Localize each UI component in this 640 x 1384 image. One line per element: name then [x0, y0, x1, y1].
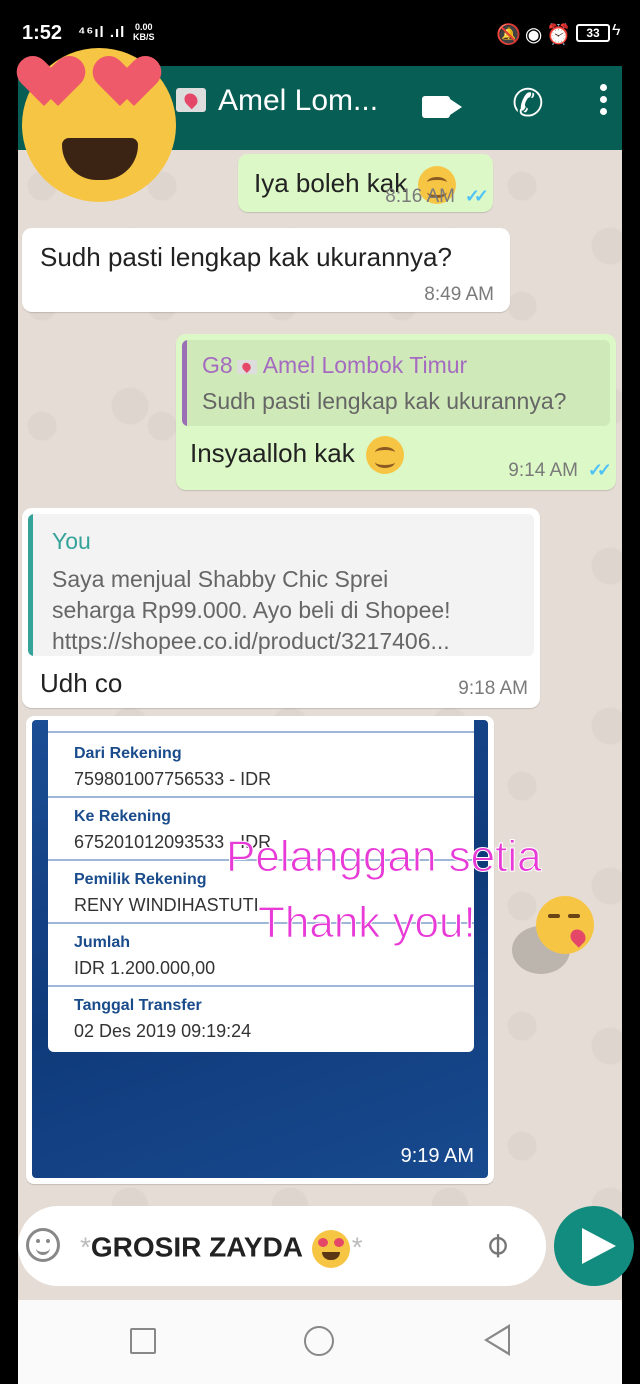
message-time: 9:14 AM — [508, 460, 578, 481]
video-call-icon[interactable] — [422, 96, 450, 118]
message-text: Iya boleh kak — [254, 167, 408, 198]
receipt-row: Dari Rekening 759801007756533 - IDR — [48, 735, 474, 798]
receipt-row — [48, 720, 474, 733]
message-input-text[interactable]: *GROSIR ZAYDA * — [80, 1230, 363, 1268]
message-incoming-reply[interactable]: You Saya menjual Shabby Chic Sprei sehar… — [22, 508, 540, 708]
read-ticks-icon: ✓✓ — [587, 460, 612, 480]
network-speed: 0.00 KB/S — [133, 22, 155, 42]
recent-apps-icon[interactable] — [130, 1328, 156, 1354]
signal-icon: ⁴⁶ıl .ıl — [78, 24, 126, 41]
message-outgoing[interactable]: Iya boleh kak 8:16 AM ✓✓ — [238, 154, 493, 212]
quoted-message[interactable]: You Saya menjual Shabby Chic Sprei sehar… — [28, 514, 534, 656]
send-button[interactable] — [554, 1206, 634, 1286]
message-time: 8:16 AM — [385, 186, 455, 207]
heart-eyes-face-icon — [311, 1230, 350, 1268]
transfer-receipt-image[interactable]: Dari Rekening 759801007756533 - IDR Ke R… — [32, 720, 488, 1178]
kiss-face-icon — [536, 896, 594, 954]
quote-author: You — [52, 528, 91, 554]
overlay-caption-line1: Pelanggan setia — [226, 832, 543, 882]
quote-author: G8 Amel Lombok Timur — [202, 352, 468, 378]
heart-eyes-face-icon — [22, 48, 176, 202]
more-options-icon[interactable] — [600, 84, 610, 120]
read-ticks-icon: ✓✓ — [464, 186, 489, 206]
message-text: Sudh pasti lengkap kak ukurannya? — [40, 242, 452, 272]
image-message[interactable]: Dari Rekening 759801007756533 - IDR Ke R… — [26, 716, 494, 1184]
back-icon[interactable] — [484, 1324, 510, 1356]
message-outgoing-reply[interactable]: G8 Amel Lombok Timur Sudh pasti lengkap k… — [176, 334, 616, 490]
overlay-caption-line2: Thank you! — [258, 898, 477, 948]
message-time: 9:18 AM — [458, 678, 528, 699]
message-time: 9:19 AM — [400, 1145, 474, 1167]
paperclip-icon[interactable]: ⌀ — [475, 1223, 518, 1266]
navigation-bar — [18, 1300, 622, 1384]
battery-icon: 33 — [576, 24, 610, 42]
quote-text: Saya menjual Shabby Chic Sprei seharga R… — [52, 566, 451, 654]
receipt-row: Tanggal Transfer 02 Des 2019 09:19:24 — [74, 997, 252, 1041]
emoji-icon[interactable] — [26, 1228, 60, 1262]
quoted-message[interactable]: G8 Amel Lombok Timur Sudh pasti lengkap k… — [182, 340, 610, 426]
smiling-face-icon — [366, 436, 404, 474]
quote-text: Sudh pasti lengkap kak ukurannya? — [202, 388, 567, 414]
quote-bar — [28, 514, 33, 656]
message-text: Insyaalloh kak — [190, 437, 355, 468]
status-icons: 🔕◉⏰ — [496, 24, 576, 46]
message-incoming[interactable]: Sudh pasti lengkap kak ukurannya? 8:49 A… — [22, 228, 510, 312]
message-time: 8:49 AM — [424, 284, 494, 305]
message-input[interactable]: *GROSIR ZAYDA * ⌀ — [18, 1206, 546, 1286]
status-time: 1:52 — [22, 22, 63, 44]
charging-icon: ϟ — [612, 22, 621, 39]
voice-call-icon[interactable]: ✆ — [512, 84, 544, 124]
home-icon[interactable] — [304, 1326, 334, 1356]
quote-bar — [182, 340, 187, 426]
receipt-card: Dari Rekening 759801007756533 - IDR Ke R… — [48, 720, 474, 1052]
flag-icon — [176, 88, 206, 112]
contact-name[interactable]: Amel Lom... — [218, 84, 378, 118]
message-text: Udh co — [40, 668, 123, 698]
flag-icon — [236, 359, 257, 374]
